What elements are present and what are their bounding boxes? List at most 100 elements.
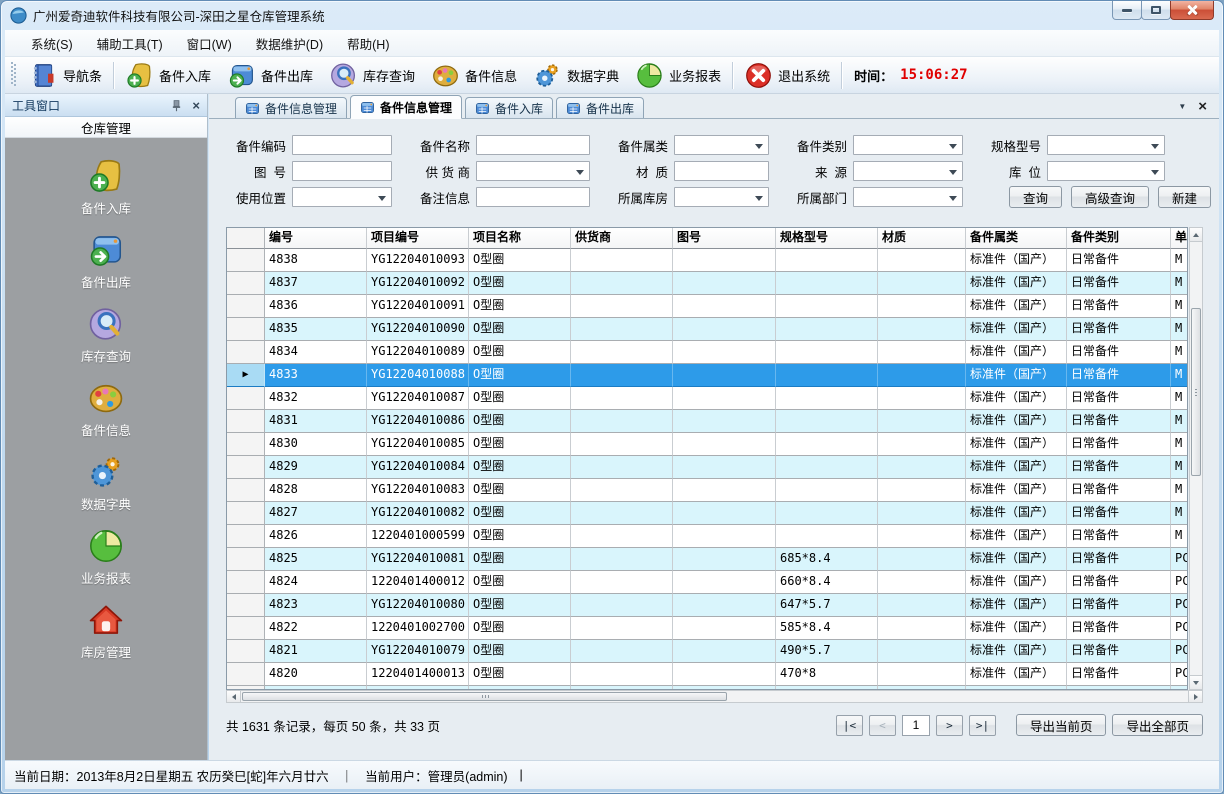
horizontal-scrollbar[interactable] (226, 690, 1203, 703)
part-category-select[interactable] (674, 135, 769, 155)
column-header-4[interactable]: 供货商 (571, 228, 673, 249)
row-selector-cell[interactable] (227, 479, 265, 502)
table-row[interactable]: 4825YG12204010081O型圈685*8.4标准件（国产）日常备件PC (227, 548, 1187, 571)
new-button[interactable]: 新建 (1158, 186, 1211, 208)
row-selector-cell[interactable] (227, 594, 265, 617)
part-class-select[interactable] (853, 135, 963, 155)
table-row[interactable]: 4830YG12204010085O型圈标准件（国产）日常备件M (227, 433, 1187, 456)
row-selector-cell[interactable] (227, 502, 265, 525)
export-current-page-button[interactable]: 导出当前页 (1016, 714, 1107, 736)
part-name-input[interactable] (476, 135, 590, 155)
pin-icon[interactable] (170, 99, 183, 112)
row-selector-cell[interactable] (227, 410, 265, 433)
table-row[interactable]: 4834YG12204010089O型圈标准件（国产）日常备件M (227, 341, 1187, 364)
column-header-5[interactable]: 图号 (673, 228, 776, 249)
panel-close-button[interactable]: × (192, 99, 200, 112)
part-code-input[interactable] (292, 135, 392, 155)
table-row[interactable]: 4831YG12204010086O型圈标准件（国产）日常备件M (227, 410, 1187, 433)
source-select[interactable] (853, 161, 963, 181)
row-selector-cell[interactable] (227, 640, 265, 663)
row-selector-cell[interactable] (227, 249, 265, 272)
sidebar-item-report[interactable]: 业务报表 (81, 527, 131, 587)
table-row-selected[interactable]: ▶4833YG12204010088O型圈标准件（国产）日常备件M (227, 364, 1187, 387)
table-row[interactable]: 4836YG12204010091O型圈标准件（国产）日常备件M (227, 295, 1187, 318)
sidebar-item-data-dict[interactable]: 数据字典 (81, 453, 131, 513)
tab-stock-in[interactable]: 备件入库 (465, 97, 553, 118)
toolbar-button-inventory-search[interactable]: 库存查询 (321, 61, 423, 90)
column-header-9[interactable]: 备件类别 (1067, 228, 1171, 249)
menu-item-data-maintenance[interactable]: 数据维护(D) (244, 30, 335, 57)
scroll-down-arrow[interactable] (1190, 675, 1202, 689)
tab-parts-info-manage-2[interactable]: 备件信息管理 (350, 95, 462, 119)
material-input[interactable] (674, 161, 769, 181)
column-header-6[interactable]: 规格型号 (776, 228, 878, 249)
tab-close-icon[interactable]: × (1198, 99, 1207, 114)
column-header-7[interactable]: 材质 (878, 228, 966, 249)
row-selector-cell[interactable] (227, 295, 265, 318)
row-selector-cell[interactable] (227, 617, 265, 640)
row-selector-cell[interactable] (227, 272, 265, 295)
spec-model-select[interactable] (1047, 135, 1165, 155)
scroll-right-arrow[interactable] (1188, 691, 1202, 702)
table-row[interactable]: 4837YG12204010092O型圈标准件（国产）日常备件M (227, 272, 1187, 295)
next-page-button[interactable]: > (936, 715, 963, 736)
table-row[interactable]: 4835YG12204010090O型圈标准件（国产）日常备件M (227, 318, 1187, 341)
tab-parts-info-manage-1[interactable]: 备件信息管理 (235, 97, 347, 118)
row-selector-cell[interactable] (227, 525, 265, 548)
toolbar-button-parts-info[interactable]: 备件信息 (423, 61, 525, 90)
row-selector-cell[interactable] (227, 318, 265, 341)
table-row[interactable]: 4828YG12204010083O型圈标准件（国产）日常备件M (227, 479, 1187, 502)
close-button[interactable] (1170, 1, 1214, 20)
menu-item-help[interactable]: 帮助(H) (335, 30, 401, 57)
sidebar-item-warehouse[interactable]: 库房管理 (81, 601, 131, 661)
minimize-button[interactable] (1112, 1, 1142, 20)
row-selector-cell[interactable] (227, 548, 265, 571)
query-button[interactable]: 查询 (1009, 186, 1062, 208)
row-selector-cell[interactable]: ▶ (227, 364, 265, 387)
toolbar-button-report[interactable]: 业务报表 (627, 61, 729, 90)
table-row[interactable]: 4827YG12204010082O型圈标准件（国产）日常备件M (227, 502, 1187, 525)
table-row[interactable]: 4821YG12204010079O型圈490*5.7标准件（国产）日常备件PC (227, 640, 1187, 663)
column-header-3[interactable]: 项目名称 (469, 228, 571, 249)
scroll-left-arrow[interactable] (227, 691, 241, 702)
menu-item-window[interactable]: 窗口(W) (175, 30, 244, 57)
first-page-button[interactable]: |< (836, 715, 863, 736)
table-row[interactable]: 48201220401400013O型圈470*8标准件（国产）日常备件PC (227, 663, 1187, 686)
row-selector-cell[interactable] (227, 571, 265, 594)
menu-item-aux-tools[interactable]: 辅助工具(T) (85, 30, 175, 57)
row-selector-cell[interactable] (227, 456, 265, 479)
supplier-select[interactable] (476, 161, 590, 181)
use-position-select[interactable] (292, 187, 392, 207)
remark-input[interactable] (476, 187, 590, 207)
toolbar-button-navbar[interactable]: 导航条 (21, 61, 110, 90)
drawing-no-input[interactable] (292, 161, 392, 181)
maximize-button[interactable] (1141, 1, 1171, 20)
prev-page-button[interactable]: < (869, 715, 896, 736)
toolbar-button-stock-in[interactable]: 备件入库 (117, 61, 219, 90)
sidebar-item-stock-out[interactable]: 备件出库 (81, 231, 131, 291)
tab-overflow-icon[interactable]: ▼ (1178, 102, 1186, 111)
column-header-10[interactable]: 单位 (1171, 228, 1188, 249)
row-selector-header[interactable] (227, 228, 265, 249)
toolbar-button-data-dict[interactable]: 数据字典 (525, 61, 627, 90)
location-select[interactable] (1047, 161, 1165, 181)
horizontal-scroll-thumb[interactable] (242, 692, 727, 701)
column-header-8[interactable]: 备件属类 (966, 228, 1067, 249)
vertical-scrollbar[interactable] (1189, 227, 1203, 690)
table-row[interactable]: 48221220401002700O型圈585*8.4标准件（国产）日常备件PC (227, 617, 1187, 640)
menu-item-system[interactable]: 系统(S) (19, 30, 85, 57)
warehouse-select[interactable] (674, 187, 769, 207)
tab-stock-out[interactable]: 备件出库 (556, 97, 644, 118)
row-selector-cell[interactable] (227, 433, 265, 456)
column-header-2[interactable]: 项目编号 (367, 228, 469, 249)
row-selector-cell[interactable] (227, 663, 265, 686)
toolbar-grip[interactable] (11, 62, 16, 88)
toolbar-button-stock-out[interactable]: 备件出库 (219, 61, 321, 90)
scroll-up-arrow[interactable] (1190, 228, 1202, 242)
sidebar-item-stock-in[interactable]: 备件入库 (81, 157, 131, 217)
vertical-scroll-thumb[interactable] (1191, 308, 1201, 476)
table-row[interactable]: 48241220401400012O型圈660*8.4标准件（国产）日常备件PC (227, 571, 1187, 594)
table-row[interactable]: 4829YG12204010084O型圈标准件（国产）日常备件M (227, 456, 1187, 479)
table-row[interactable]: 4832YG12204010087O型圈标准件（国产）日常备件M (227, 387, 1187, 410)
table-row[interactable]: 4838YG12204010093O型圈标准件（国产）日常备件M (227, 249, 1187, 272)
